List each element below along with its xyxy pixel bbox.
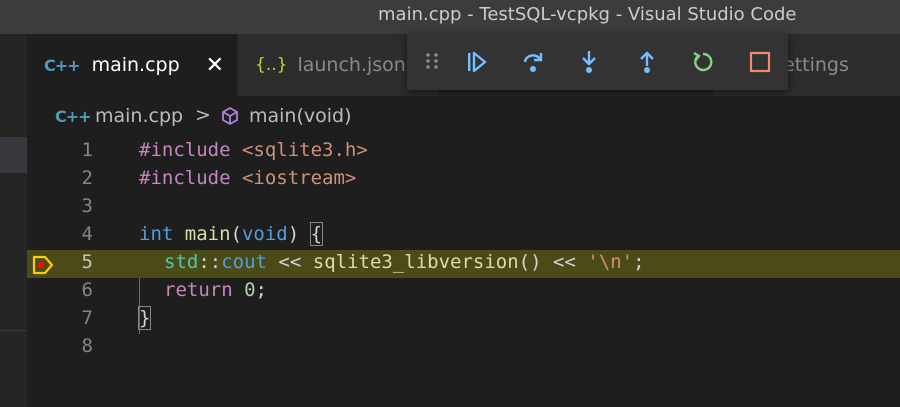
breadcrumb-symbol[interactable]: main(void) [249, 105, 352, 127]
stop-icon[interactable] [748, 50, 772, 74]
chevron-right-icon: > [195, 104, 211, 126]
breadcrumb-file[interactable]: main.cpp [95, 105, 183, 127]
sidebar-edge [0, 34, 27, 407]
drag-handle-icon[interactable] [425, 52, 439, 74]
json-file-icon: {..} [255, 55, 288, 75]
line-code: int main(void) { [139, 222, 324, 246]
close-icon[interactable]: ✕ [206, 53, 224, 78]
current-line-highlight: 5 std::cout << sqlite3_libversion() << '… [27, 250, 900, 278]
tab-main-cpp[interactable]: C++ main.cpp ✕ [27, 34, 237, 96]
line-number: 7 [81, 307, 93, 329]
continue-icon[interactable] [464, 50, 488, 74]
code-line: 6 return 0; [27, 278, 900, 306]
line-number: 6 [81, 279, 93, 301]
restart-icon[interactable] [691, 50, 715, 74]
tab-label: ettings [783, 54, 849, 76]
bracket-match: { [309, 222, 324, 246]
sidebar-divider [0, 330, 27, 331]
code-line: 3 [27, 194, 900, 222]
breadcrumb: C++ main.cpp > main(void) [27, 96, 900, 138]
cpp-file-icon: C++ [44, 55, 81, 75]
code-line: 8 [27, 334, 900, 362]
title-bar: main.cpp - TestSQL-vcpkg - Visual Studio… [0, 0, 900, 34]
line-code: #include <sqlite3.h> [139, 139, 368, 161]
code-line: 7 } [27, 306, 900, 334]
code-line: 1 #include <sqlite3.h> [27, 138, 900, 166]
code-line: 4 int main(void) { [27, 222, 900, 250]
code-editor[interactable]: 1 #include <sqlite3.h> 2 #include <iostr… [27, 138, 900, 407]
line-code: std::cout << sqlite3_libversion() << '\n… [164, 251, 645, 273]
window-title: main.cpp - TestSQL-vcpkg - Visual Studio… [378, 4, 797, 25]
line-number: 4 [81, 223, 93, 245]
step-into-icon[interactable] [577, 50, 601, 74]
tab-label: main.cpp [91, 54, 180, 76]
code-line: 2 #include <iostream> [27, 166, 900, 194]
line-code: } [137, 306, 152, 330]
line-number: 2 [81, 167, 93, 189]
step-out-icon[interactable] [635, 50, 659, 74]
line-number: 3 [81, 195, 93, 217]
line-code: return 0; [164, 279, 267, 301]
method-cube-icon [222, 106, 238, 126]
step-over-icon[interactable] [521, 50, 545, 74]
bracket-match: } [137, 306, 152, 330]
debug-toolbar [407, 34, 788, 90]
tab-label: launch.json [297, 54, 406, 76]
breakpoint-stopped-icon[interactable] [32, 254, 54, 276]
line-code: #include <iostream> [139, 167, 357, 189]
line-number: 8 [81, 335, 93, 357]
sidebar-selected-row[interactable] [0, 137, 27, 173]
cpp-file-icon: C++ [55, 107, 92, 126]
line-number: 1 [81, 139, 93, 161]
